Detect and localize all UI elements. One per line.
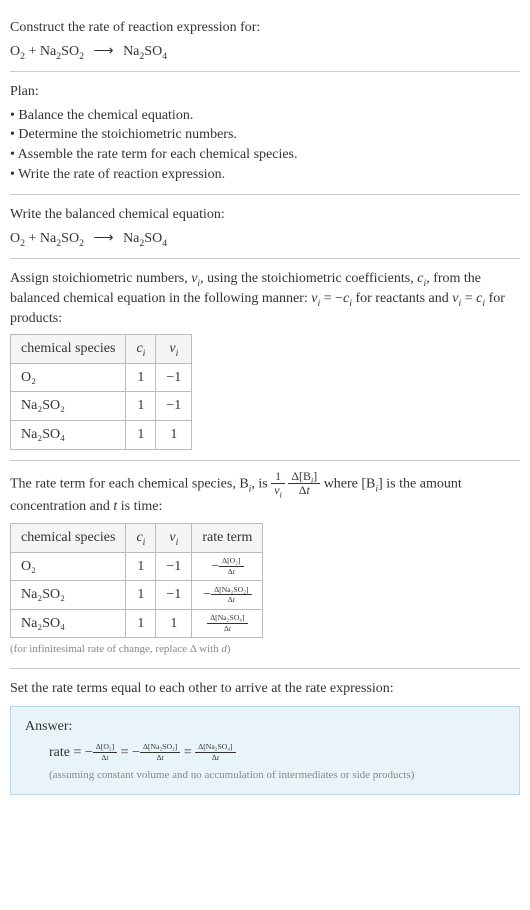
table-row: O₂ 1 −1 −Δ[O₂]Δt <box>11 552 263 581</box>
cell-nu: −1 <box>156 552 192 581</box>
reaction-arrow: ⟶ <box>93 229 113 249</box>
cell-species: O₂ <box>11 552 126 581</box>
cell-rate-term: −Δ[Na₂SO₂]Δt <box>192 581 263 610</box>
cell-species: Na₂SO₂ <box>11 392 126 421</box>
rate-term-text: The rate term for each chemical species,… <box>10 471 520 517</box>
plan-heading: Plan: <box>10 82 520 102</box>
cell-species: Na₂SO₄ <box>11 609 126 638</box>
plan-section: Plan: • Balance the chemical equation. •… <box>10 72 520 195</box>
stoich-text: Assign stoichiometric numbers, νi, using… <box>10 269 520 328</box>
cell-nu: 1 <box>156 609 192 638</box>
col-ci: ci <box>126 523 156 552</box>
table-row: Na₂SO₂ 1 −1 <box>11 392 192 421</box>
table-row: Na₂SO₄ 1 1 Δ[Na₂SO₄]Δt <box>11 609 263 638</box>
cell-species: O₂ <box>11 363 126 392</box>
table-header-row: chemical species ci νi rate term <box>11 523 263 552</box>
problem-section: Construct the rate of reaction expressio… <box>10 8 520 72</box>
final-section: Set the rate terms equal to each other t… <box>10 669 520 805</box>
reactant-o2: O2 <box>10 44 25 59</box>
table-row: Na₂SO₄ 1 1 <box>11 420 192 449</box>
answer-note: (assuming constant volume and no accumul… <box>49 768 505 783</box>
table-row: O₂ 1 −1 <box>11 363 192 392</box>
answer-rate-expression: rate = −Δ[O₂]Δt = −Δ[Na₂SO₂]Δt = Δ[Na₂SO… <box>49 743 505 763</box>
answer-title: Answer: <box>25 717 505 737</box>
infinitesimal-note: (for infinitesimal rate of change, repla… <box>10 642 520 657</box>
stoich-table: chemical species ci νi O₂ 1 −1 Na₂SO₂ 1 … <box>10 334 192 449</box>
cell-rate-term: −Δ[O₂]Δt <box>192 552 263 581</box>
col-nui: νi <box>156 523 192 552</box>
frac-one-over-nu: 1 νi <box>271 471 285 498</box>
cell-nu: −1 <box>156 581 192 610</box>
table-row: Na₂SO₂ 1 −1 −Δ[Na₂SO₂]Δt <box>11 581 263 610</box>
cell-c: 1 <box>126 609 156 638</box>
balanced-heading: Write the balanced chemical equation: <box>10 205 520 225</box>
plan-item: • Balance the chemical equation. <box>10 106 520 126</box>
cell-species: Na₂SO₄ <box>11 420 126 449</box>
col-species: chemical species <box>11 335 126 364</box>
rate-term-section: The rate term for each chemical species,… <box>10 461 520 669</box>
cell-species: Na₂SO₂ <box>11 581 126 610</box>
col-species: chemical species <box>11 523 126 552</box>
balanced-section: Write the balanced chemical equation: O2… <box>10 195 520 259</box>
product-na2so4: Na2SO4 <box>123 44 167 59</box>
cell-c: 1 <box>126 552 156 581</box>
cell-nu: −1 <box>156 363 192 392</box>
cell-c: 1 <box>126 420 156 449</box>
col-rate-term: rate term <box>192 523 263 552</box>
cell-c: 1 <box>126 392 156 421</box>
cell-nu: −1 <box>156 392 192 421</box>
cell-rate-term: Δ[Na₂SO₄]Δt <box>192 609 263 638</box>
plan-item: • Determine the stoichiometric numbers. <box>10 125 520 145</box>
unbalanced-equation: O2 + Na2SO2 ⟶ Na2SO4 <box>10 42 520 62</box>
plan-list: • Balance the chemical equation. • Deter… <box>10 106 520 184</box>
cell-c: 1 <box>126 363 156 392</box>
set-equal-text: Set the rate terms equal to each other t… <box>10 679 520 699</box>
answer-box: Answer: rate = −Δ[O₂]Δt = −Δ[Na₂SO₂]Δt =… <box>10 706 520 795</box>
reaction-arrow: ⟶ <box>93 42 113 62</box>
table-header-row: chemical species ci νi <box>11 335 192 364</box>
stoich-section: Assign stoichiometric numbers, νi, using… <box>10 259 520 460</box>
plan-item: • Write the rate of reaction expression. <box>10 165 520 185</box>
plan-item: • Assemble the rate term for each chemic… <box>10 145 520 165</box>
problem-title: Construct the rate of reaction expressio… <box>10 18 520 38</box>
cell-nu: 1 <box>156 420 192 449</box>
col-nui: νi <box>156 335 192 364</box>
col-ci: ci <box>126 335 156 364</box>
rate-term-table: chemical species ci νi rate term O₂ 1 −1… <box>10 523 263 638</box>
frac-dbi-dt: Δ[Bi] Δt <box>288 471 320 498</box>
cell-c: 1 <box>126 581 156 610</box>
balanced-equation: O2 + Na2SO2 ⟶ Na2SO4 <box>10 229 520 249</box>
